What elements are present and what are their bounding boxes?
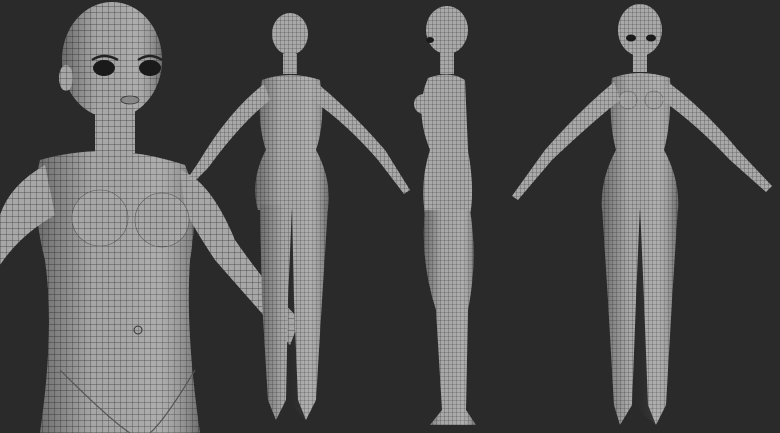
closeup-ear	[59, 65, 73, 91]
front-neck	[633, 54, 647, 72]
closeup-left-eye	[93, 60, 115, 76]
side-neck	[440, 50, 454, 74]
front-head	[618, 4, 662, 56]
turnaround-canvas	[0, 0, 780, 433]
front-left-eye	[626, 34, 636, 42]
side-eye	[426, 37, 434, 43]
closeup-chest-right	[134, 192, 190, 248]
front-chest-left	[618, 90, 638, 110]
closeup-right-eye	[139, 60, 161, 76]
closeup-neck	[95, 108, 135, 153]
closeup-lips	[120, 95, 140, 105]
side-chest	[414, 94, 434, 114]
front-chest-right	[644, 90, 664, 110]
back-head	[272, 13, 308, 55]
front-right-eye	[646, 34, 656, 42]
side-head	[426, 6, 468, 54]
closeup-chest-left	[71, 189, 129, 247]
back-neck	[283, 54, 297, 74]
mesh-turnaround-render	[0, 0, 780, 433]
